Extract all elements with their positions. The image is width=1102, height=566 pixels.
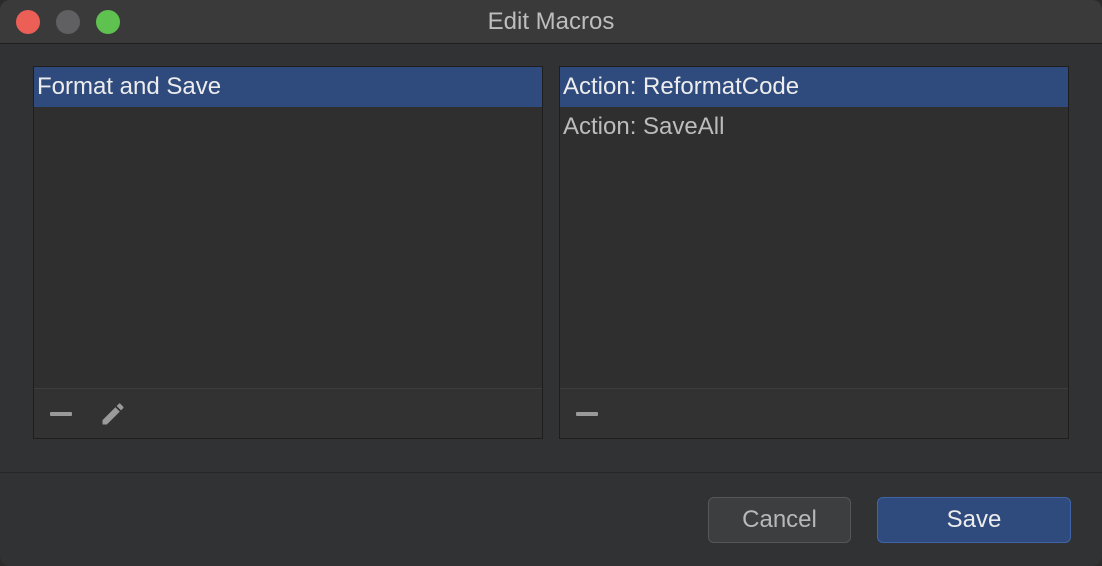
pencil-icon <box>102 403 124 425</box>
macros-toolbar <box>34 388 542 438</box>
window-title: Edit Macros <box>487 8 615 35</box>
remove-macro-button[interactable] <box>46 399 76 429</box>
action-list-item[interactable]: Action: SaveAll <box>560 107 1068 147</box>
cancel-button[interactable]: Cancel <box>708 497 851 543</box>
minus-icon <box>50 412 72 416</box>
remove-action-button[interactable] <box>572 399 602 429</box>
macros-list[interactable]: Format and Save <box>34 67 542 389</box>
actions-toolbar <box>560 388 1068 438</box>
footer-divider <box>0 472 1102 473</box>
save-button[interactable]: Save <box>877 497 1071 543</box>
macros-panel: Format and Save <box>33 66 543 439</box>
actions-panel: Action: ReformatCode Action: SaveAll <box>559 66 1069 439</box>
minus-icon <box>576 412 598 416</box>
actions-list[interactable]: Action: ReformatCode Action: SaveAll <box>560 67 1068 389</box>
edit-macro-button[interactable] <box>98 399 128 429</box>
action-list-item[interactable]: Action: ReformatCode <box>560 67 1068 107</box>
macro-list-item[interactable]: Format and Save <box>34 67 542 107</box>
title-bar[interactable]: Edit Macros <box>0 0 1102 44</box>
edit-macros-dialog: Edit Macros Format and Save Action: Refo… <box>0 0 1102 566</box>
